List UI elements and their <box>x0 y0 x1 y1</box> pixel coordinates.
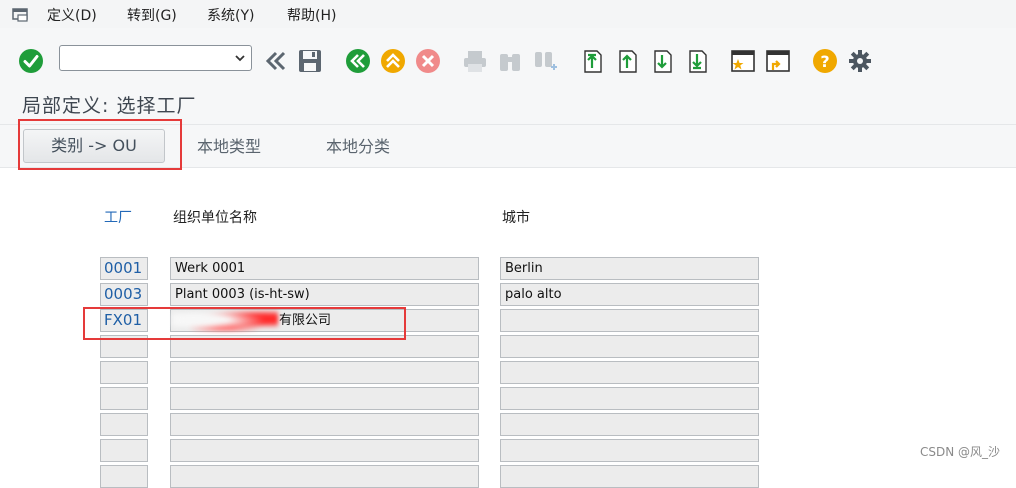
cell-org-name[interactable]: Werk 0001 <box>170 257 479 280</box>
cell-city[interactable] <box>500 309 759 332</box>
cell-plant[interactable] <box>100 361 148 384</box>
cell-city[interactable] <box>500 465 759 488</box>
cell-city[interactable] <box>500 413 759 436</box>
cell-plant[interactable]: 0003 <box>100 283 148 306</box>
exit-icon[interactable] <box>380 48 406 74</box>
cell-org-name[interactable] <box>170 413 479 436</box>
cancel-icon[interactable] <box>415 48 441 74</box>
title-bar: 局部定义: 选择工厂 <box>0 86 1016 125</box>
menu-bar: 定义(D) 转到(G) 系统(Y) 帮助(H) <box>0 0 1016 29</box>
cell-city[interactable] <box>500 335 759 358</box>
cell-plant[interactable] <box>100 465 148 488</box>
cell-plant[interactable]: 0001 <box>100 257 148 280</box>
menu-system[interactable]: 系统(Y) <box>207 5 254 25</box>
cell-org-name[interactable]: 有限公司 <box>170 309 479 332</box>
menu-definition[interactable]: 定义(D) <box>47 5 97 25</box>
standard-toolbar: ? <box>0 28 1016 86</box>
local-classification-button[interactable]: 本地分类 <box>326 133 390 157</box>
last-page-icon[interactable] <box>684 48 710 74</box>
cell-org-name[interactable] <box>170 387 479 410</box>
category-to-ou-button[interactable]: 类别 -> OU <box>23 129 165 163</box>
help-icon[interactable]: ? <box>812 48 838 74</box>
cell-org-name[interactable] <box>170 465 479 488</box>
save-icon[interactable] <box>297 48 323 74</box>
page-title: 局部定义: 选择工厂 <box>22 95 197 117</box>
back-icon[interactable] <box>345 48 371 74</box>
chevron-down-icon[interactable] <box>234 52 246 64</box>
find-icon[interactable] <box>497 48 523 74</box>
next-page-icon[interactable] <box>649 48 675 74</box>
cell-org-name[interactable] <box>170 361 479 384</box>
prev-page-icon[interactable] <box>614 48 640 74</box>
menu-help[interactable]: 帮助(H) <box>287 5 336 25</box>
menu-goto[interactable]: 转到(G) <box>127 5 177 25</box>
cell-plant[interactable] <box>100 387 148 410</box>
first-page-icon[interactable] <box>579 48 605 74</box>
application-toolbar: 类别 -> OU 本地类型 本地分类 <box>0 125 1016 168</box>
command-input[interactable] <box>64 48 228 70</box>
watermark: CSDN @风_沙 <box>919 445 1000 459</box>
cell-org-name[interactable]: Plant 0003 (is-ht-sw) <box>170 283 479 306</box>
cell-plant[interactable] <box>100 335 148 358</box>
find-next-icon[interactable] <box>532 48 558 74</box>
print-icon[interactable] <box>462 48 488 74</box>
system-menu-icon[interactable] <box>12 7 28 22</box>
command-field[interactable] <box>59 45 252 71</box>
local-type-button[interactable]: 本地类型 <box>197 133 261 157</box>
cell-city[interactable]: Berlin <box>500 257 759 280</box>
cell-plant[interactable] <box>100 413 148 436</box>
settings-icon[interactable] <box>847 48 873 74</box>
shortcut-icon[interactable] <box>765 48 791 74</box>
cell-city[interactable]: palo alto <box>500 283 759 306</box>
cell-org-name[interactable] <box>170 439 479 462</box>
column-header-city: 城市 <box>502 210 530 226</box>
column-header-org-name: 组织单位名称 <box>173 210 257 226</box>
cell-plant[interactable] <box>100 439 148 462</box>
svg-text:?: ? <box>820 52 829 71</box>
cell-org-name[interactable] <box>170 335 479 358</box>
cell-city[interactable] <box>500 439 759 462</box>
enter-icon[interactable] <box>18 48 44 74</box>
column-header-plant[interactable]: 工厂 <box>104 207 132 227</box>
cell-plant[interactable]: FX01 <box>100 309 148 332</box>
new-session-icon[interactable] <box>730 48 756 74</box>
cell-city[interactable] <box>500 361 759 384</box>
back-nav-icon[interactable] <box>263 48 289 74</box>
cell-city[interactable] <box>500 387 759 410</box>
